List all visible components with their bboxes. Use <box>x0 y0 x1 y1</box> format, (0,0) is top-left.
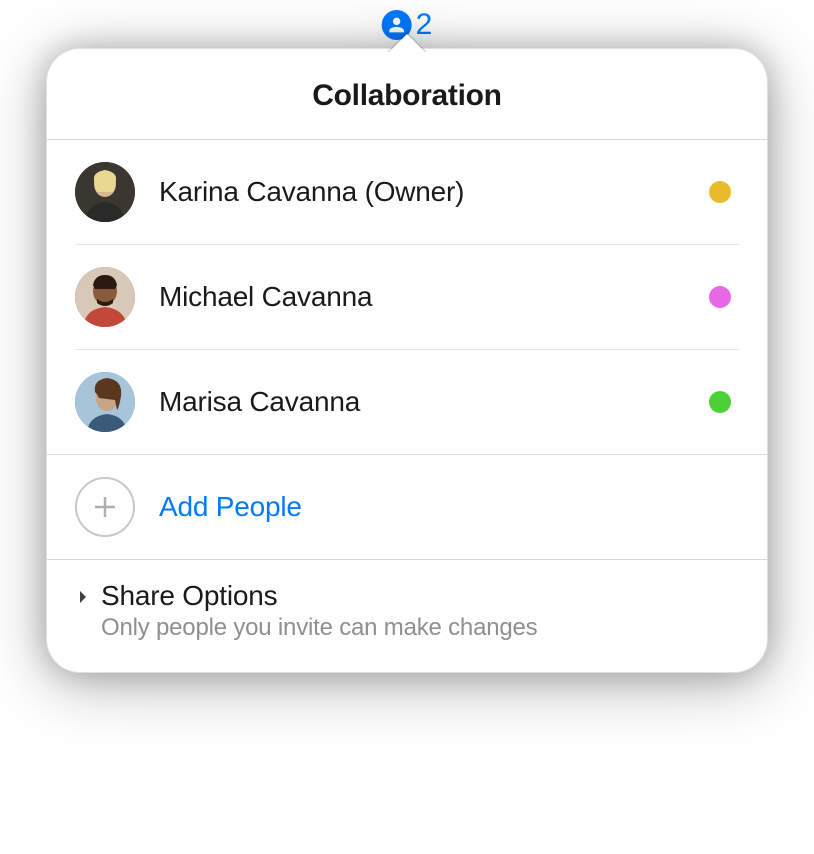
share-options-section: Share Options Only people you invite can… <box>47 559 767 672</box>
collaborator-row[interactable]: Marisa Cavanna <box>75 350 739 454</box>
status-dot <box>709 286 731 308</box>
chevron-right-icon <box>75 589 91 605</box>
status-dot <box>709 391 731 413</box>
popover-title: Collaboration <box>67 79 747 113</box>
avatar <box>75 162 135 222</box>
collaboration-popover: Collaboration Karina Cavanna (Owner) <box>46 48 768 673</box>
collaborator-row[interactable]: Karina Cavanna (Owner) <box>75 140 739 245</box>
plus-icon <box>75 477 135 537</box>
share-options-subtitle: Only people you invite can make changes <box>101 614 739 642</box>
share-options-title: Share Options <box>101 580 739 612</box>
avatar <box>75 267 135 327</box>
add-people-button[interactable]: Add People <box>75 477 739 537</box>
add-people-section: Add People <box>47 454 767 559</box>
collaborator-name: Michael Cavanna <box>159 281 685 313</box>
collaborator-name: Karina Cavanna (Owner) <box>159 176 685 208</box>
popover-arrow <box>389 34 425 52</box>
status-dot <box>709 181 731 203</box>
share-options-button[interactable]: Share Options Only people you invite can… <box>75 580 739 642</box>
collaborator-row[interactable]: Michael Cavanna <box>75 245 739 350</box>
collaborator-name: Marisa Cavanna <box>159 386 685 418</box>
collaborator-list: Karina Cavanna (Owner) Michael Cavanna <box>47 140 767 454</box>
add-people-label: Add People <box>159 491 302 523</box>
avatar <box>75 372 135 432</box>
popover-header: Collaboration <box>47 49 767 140</box>
